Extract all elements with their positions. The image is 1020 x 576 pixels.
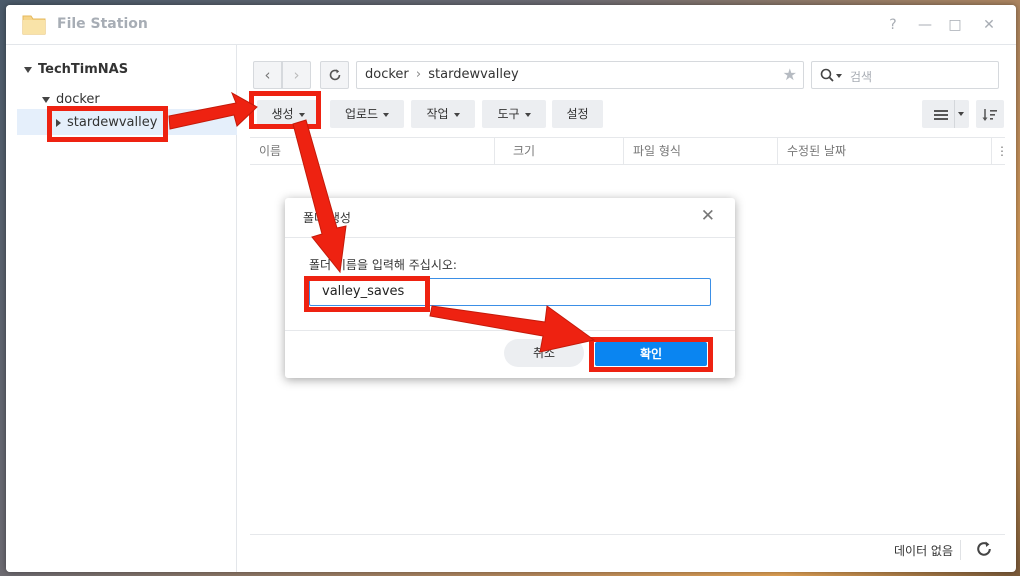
highlight-box-input bbox=[304, 276, 430, 312]
divider bbox=[960, 540, 961, 560]
column-header-modified[interactable]: 수정된 날짜 bbox=[778, 138, 992, 164]
chevron-down-icon bbox=[453, 112, 460, 117]
breadcrumb-separator: › bbox=[415, 67, 422, 82]
settings-label: 설정 bbox=[566, 107, 589, 121]
highlight-box-create-button bbox=[249, 91, 321, 129]
tree-item-label: docker bbox=[56, 92, 100, 107]
refresh-icon[interactable] bbox=[975, 540, 993, 558]
table-header: 이름 크기 파일 형식 수정된 날짜 ⋮ bbox=[250, 137, 1008, 165]
search-icon[interactable] bbox=[820, 68, 834, 82]
status-footer: 데이터 없음 bbox=[250, 534, 1005, 564]
view-mode-button[interactable] bbox=[922, 100, 969, 128]
highlight-box-tree-item bbox=[47, 106, 168, 142]
favorite-star-icon[interactable]: ★ bbox=[783, 62, 797, 88]
help-icon[interactable]: ? bbox=[882, 14, 904, 36]
close-window-icon[interactable]: ✕ bbox=[978, 14, 1000, 36]
caret-down-icon[interactable] bbox=[42, 96, 50, 103]
back-button[interactable]: ‹ bbox=[253, 61, 282, 89]
breadcrumb-docker[interactable]: docker bbox=[365, 67, 409, 82]
caret-down-icon[interactable] bbox=[24, 66, 32, 73]
chevron-down-icon[interactable] bbox=[958, 112, 964, 116]
list-view-icon bbox=[933, 109, 948, 120]
tree-root-techtimnas[interactable]: TechTimNAS bbox=[24, 62, 128, 77]
refresh-button[interactable] bbox=[320, 61, 349, 89]
divider bbox=[285, 237, 735, 238]
divider bbox=[954, 100, 955, 128]
folder-name-label: 폴더 이름을 입력해 주십시오: bbox=[309, 258, 457, 272]
column-options-icon[interactable]: ⋮ bbox=[992, 138, 1008, 164]
window-title: File Station bbox=[57, 16, 148, 32]
refresh-icon bbox=[329, 69, 340, 81]
tools-label: 도구 bbox=[497, 107, 520, 121]
action-label: 작업 bbox=[426, 107, 449, 121]
dialog-title: 폴더 생성 bbox=[303, 211, 351, 225]
cancel-button[interactable]: 취소 bbox=[504, 339, 584, 367]
divider bbox=[285, 330, 735, 331]
action-button[interactable]: 작업 bbox=[411, 100, 475, 128]
minimize-icon[interactable]: — bbox=[914, 14, 936, 36]
title-bar: File Station ? — □ ✕ bbox=[6, 5, 1016, 45]
maximize-icon[interactable]: □ bbox=[944, 14, 966, 36]
chevron-down-icon bbox=[524, 112, 531, 117]
upload-label: 업로드 bbox=[344, 107, 379, 121]
column-header-type[interactable]: 파일 형식 bbox=[624, 138, 778, 164]
breadcrumb-stardewvalley[interactable]: stardewvalley bbox=[428, 67, 518, 82]
search-placeholder: 검색 bbox=[850, 70, 873, 84]
sort-icon bbox=[982, 108, 997, 121]
sort-button[interactable] bbox=[976, 100, 1004, 128]
path-bar[interactable]: docker › stardewvalley ★ bbox=[356, 61, 804, 89]
forward-button[interactable]: › bbox=[282, 61, 311, 89]
close-icon[interactable]: ✕ bbox=[701, 206, 715, 226]
search-options-chevron-icon[interactable] bbox=[836, 74, 842, 78]
column-header-name[interactable]: 이름 bbox=[250, 138, 495, 164]
chevron-down-icon bbox=[383, 112, 390, 117]
tree-root-label: TechTimNAS bbox=[38, 62, 129, 77]
folder-app-icon bbox=[22, 15, 46, 35]
upload-button[interactable]: 업로드 bbox=[330, 100, 404, 128]
tools-button[interactable]: 도구 bbox=[482, 100, 546, 128]
highlight-box-ok-button bbox=[589, 337, 713, 372]
status-text: 데이터 없음 bbox=[893, 544, 953, 558]
settings-button[interactable]: 설정 bbox=[552, 100, 603, 128]
search-input[interactable]: 검색 bbox=[811, 61, 999, 89]
column-header-size[interactable]: 크기 bbox=[504, 138, 624, 164]
